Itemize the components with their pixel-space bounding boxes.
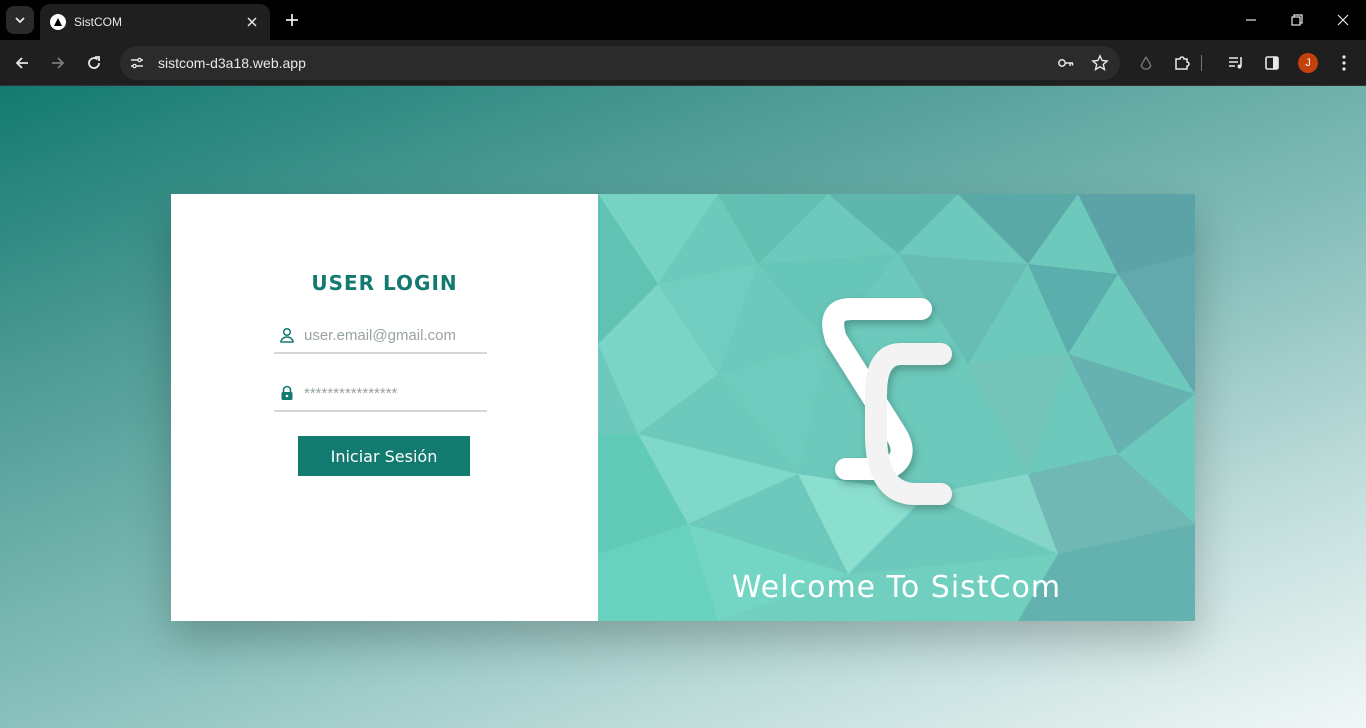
forward-icon (52, 57, 65, 69)
password-input[interactable] (304, 384, 479, 402)
minimize-button[interactable] (1236, 6, 1266, 34)
welcome-text: Welcome To SistCom (731, 570, 1062, 605)
puzzle-icon[interactable] (1168, 49, 1196, 77)
toolbar-divider (1196, 49, 1206, 77)
url-text: sistcom-d3a18.web.app (158, 55, 306, 71)
sistcom-logo (822, 298, 952, 505)
media-icon[interactable] (1222, 49, 1250, 77)
tab-strip: SistCOM (0, 0, 1366, 40)
login-panel: USER LOGIN Iniciar Sesión (171, 194, 598, 621)
page-viewport: USER LOGIN Iniciar Sesión (0, 86, 1366, 728)
chevron-down-icon (15, 17, 25, 24)
browser-tab[interactable]: SistCOM (40, 4, 270, 40)
lock-icon (274, 380, 300, 406)
forward-button[interactable] (44, 49, 72, 77)
site-info-icon[interactable] (124, 50, 150, 76)
close-window-button[interactable] (1328, 6, 1358, 34)
restore-button[interactable] (1282, 6, 1312, 34)
back-icon (15, 57, 28, 69)
browser-toolbar: sistcom-d3a18.web.app J (0, 40, 1366, 86)
password-field (274, 376, 487, 412)
login-title: USER LOGIN (311, 271, 458, 295)
back-button[interactable] (8, 49, 36, 77)
user-icon (274, 322, 300, 348)
site-favicon-icon (50, 14, 66, 30)
tab-title: SistCOM (74, 15, 122, 29)
brand-panel: Welcome To SistCom (598, 194, 1195, 621)
avatar: J (1298, 53, 1318, 73)
new-tab-button[interactable] (280, 8, 304, 32)
tab-search-button[interactable] (6, 6, 34, 34)
email-input[interactable] (304, 326, 479, 344)
restore-icon (1291, 14, 1303, 26)
star-icon[interactable] (1086, 49, 1114, 77)
email-field (274, 318, 487, 354)
more-icon[interactable] (1330, 49, 1358, 77)
plus-icon (286, 14, 298, 26)
profile-button[interactable]: J (1294, 49, 1322, 77)
close-icon (1337, 14, 1349, 26)
tab-close-icon[interactable] (244, 14, 260, 30)
login-card: USER LOGIN Iniciar Sesión (171, 194, 1195, 621)
address-bar[interactable]: sistcom-d3a18.web.app (120, 46, 1120, 80)
key-icon[interactable] (1052, 49, 1080, 77)
recycle-icon[interactable] (1132, 49, 1160, 77)
sidepanel-icon[interactable] (1258, 49, 1286, 77)
minimize-icon (1246, 19, 1256, 21)
login-button[interactable]: Iniciar Sesión (298, 436, 470, 476)
reload-icon (88, 56, 100, 69)
reload-button[interactable] (80, 49, 108, 77)
